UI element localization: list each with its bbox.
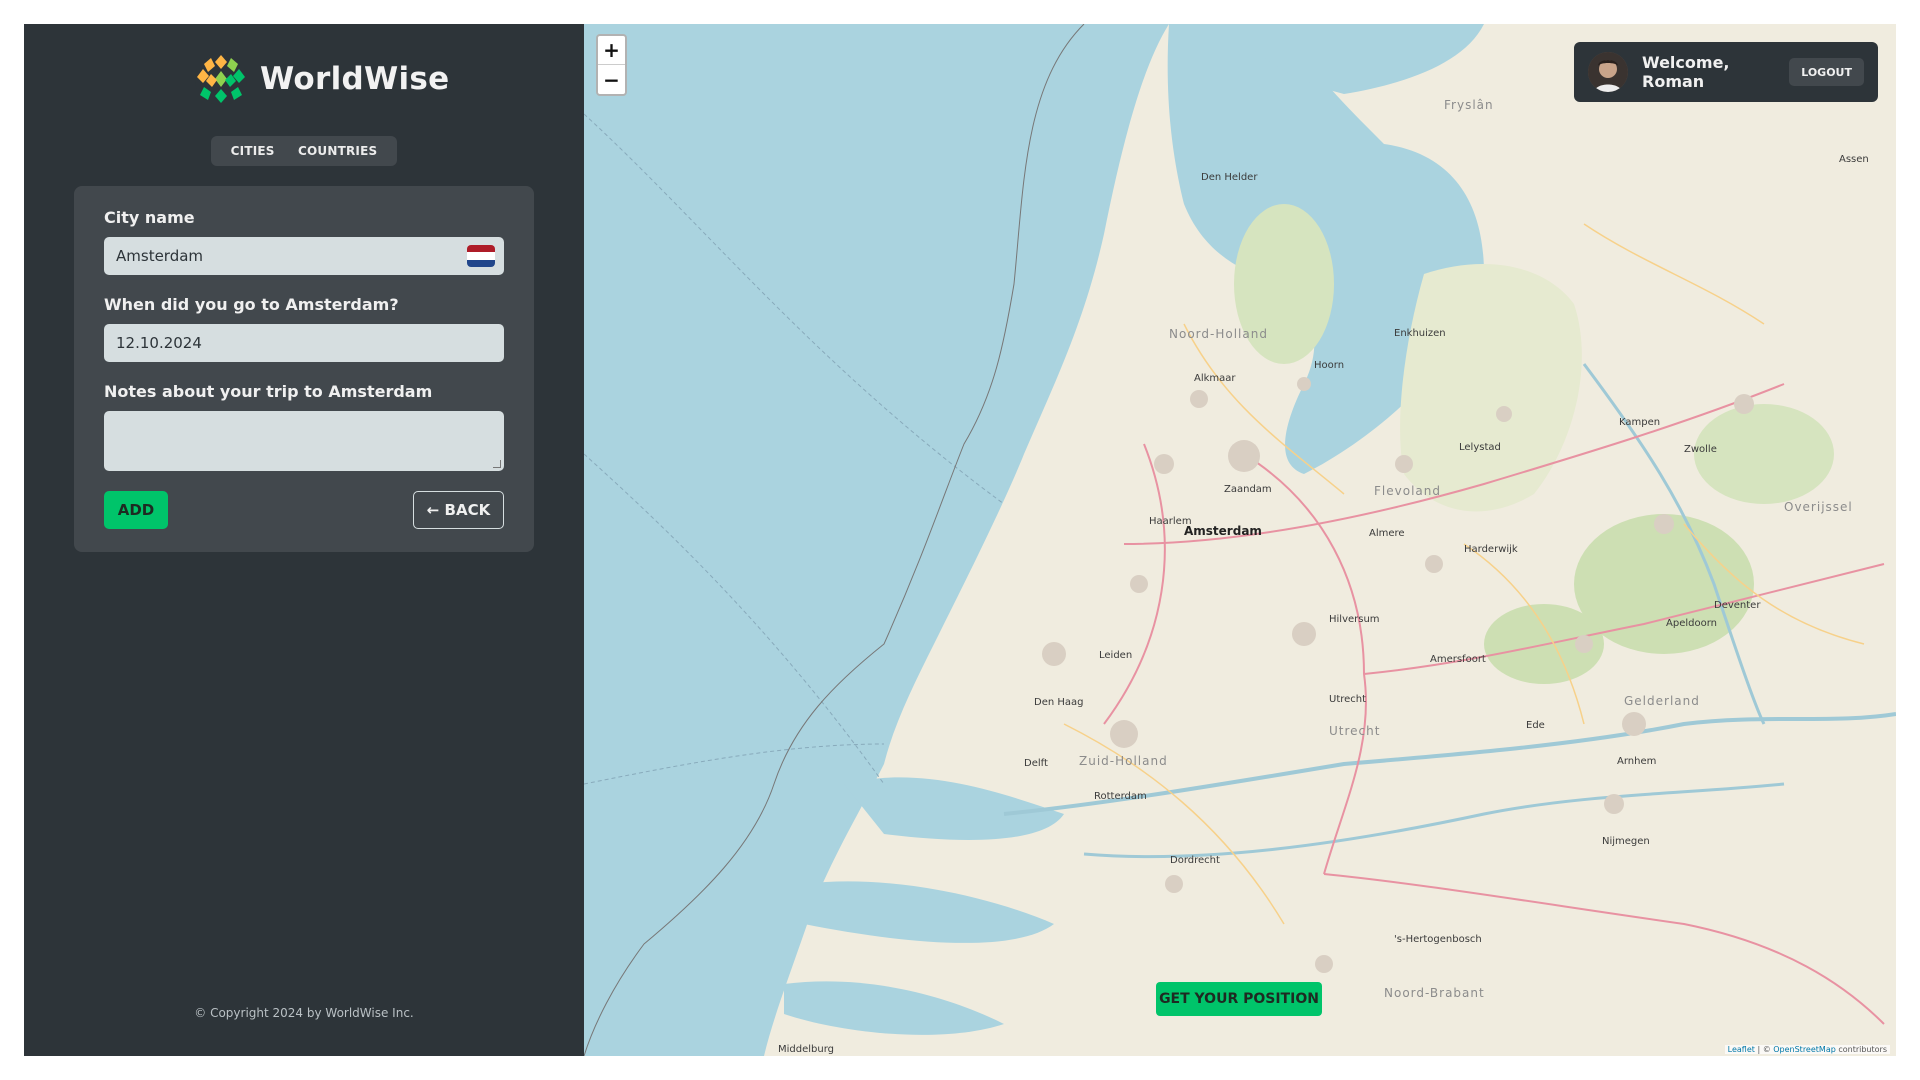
map-place-label: Hilversum [1329, 614, 1380, 625]
map-place-label: Lelystad [1459, 442, 1501, 453]
map-place-label: Zaandam [1224, 484, 1272, 495]
map-place-label: Den Haag [1034, 697, 1084, 708]
tab-countries[interactable]: COUNTRIES [298, 144, 377, 158]
map-place-label: Middelburg [778, 1044, 835, 1055]
app-name: WorldWise [260, 61, 450, 97]
zoom-in-button[interactable]: + [598, 36, 625, 65]
add-button[interactable]: ADD [104, 491, 168, 529]
trip-notes-label: Notes about your trip to Amsterdam [104, 382, 433, 401]
map-place-label: Deventer [1714, 600, 1761, 611]
app: WorldWise CITIES COUNTRIES City name Ams… [24, 24, 1896, 1056]
resize-handle-icon[interactable] [493, 460, 501, 468]
map-place-label: Ede [1526, 720, 1545, 731]
avatar [1588, 52, 1628, 92]
zoom-out-button[interactable]: − [598, 65, 625, 94]
map-place-label: Enkhuizen [1394, 328, 1446, 339]
map-place-label: Harderwijk [1464, 544, 1518, 555]
logout-button[interactable]: LOGOUT [1789, 58, 1864, 86]
nav-tabs: CITIES COUNTRIES [211, 136, 397, 166]
tab-cities[interactable]: CITIES [231, 144, 275, 158]
map-place-label: Kampen [1619, 417, 1661, 428]
map-place-label: Utrecht [1329, 694, 1367, 705]
map-place-label: Rotterdam [1094, 791, 1147, 802]
map-place-label: Assen [1839, 154, 1869, 165]
map-place-label: Zwolle [1684, 444, 1717, 455]
attribution-separator: | © [1754, 1045, 1774, 1054]
city-name-value: Amsterdam [116, 247, 204, 265]
map-province-label: Noord-Holland [1169, 327, 1268, 341]
map-place-label: Haarlem [1149, 516, 1192, 527]
welcome-text: Welcome, Roman [1642, 53, 1730, 91]
map-province-label: Gelderland [1624, 694, 1700, 708]
map-place-label: Arnhem [1617, 756, 1657, 767]
zoom-control: + − [596, 34, 627, 96]
map-place-label: Apeldoorn [1666, 618, 1717, 629]
map-place-label: Delft [1024, 758, 1048, 769]
trip-notes-textarea[interactable] [104, 411, 504, 471]
map-place-label: Dordrecht [1170, 855, 1220, 866]
map-place-label: Hoorn [1314, 360, 1345, 371]
map-province-label: Fryslân [1444, 98, 1494, 112]
user-panel: Welcome, Roman LOGOUT [1574, 42, 1878, 102]
map-place-label: Den Helder [1201, 172, 1258, 183]
add-city-form: City name Amsterdam When did you go to A… [74, 186, 534, 552]
worldwise-logo-icon [195, 53, 247, 105]
trip-date-input[interactable]: 12.10.2024 [104, 324, 504, 362]
map-province-label: Overijssel [1784, 500, 1853, 514]
leaflet-link[interactable]: Leaflet [1728, 1045, 1755, 1054]
city-name-label: City name [104, 208, 195, 227]
sidebar: WorldWise CITIES COUNTRIES City name Ams… [24, 24, 584, 1056]
get-position-button[interactable]: GET YOUR POSITION [1156, 982, 1322, 1016]
attribution-suffix: contributors [1835, 1045, 1887, 1054]
copyright: © Copyright 2024 by WorldWise Inc. [194, 1006, 414, 1020]
map-place-label: Leiden [1099, 650, 1133, 661]
user-avatar-icon [1588, 52, 1628, 92]
map-attribution: Leaflet | © OpenStreetMap contributors [1724, 1045, 1890, 1054]
city-name-input[interactable]: Amsterdam [104, 237, 504, 275]
form-actions: ADD ← BACK [104, 491, 504, 529]
map-province-label: Utrecht [1329, 724, 1381, 738]
osm-link[interactable]: OpenStreetMap [1773, 1045, 1836, 1054]
map-province-label: Zuid-Holland [1079, 754, 1168, 768]
map-province-label: Flevoland [1374, 484, 1441, 498]
map-place-label: Nijmegen [1602, 836, 1650, 847]
map-province-label: Noord-Brabant [1384, 986, 1485, 1000]
map-place-label: Amersfoort [1430, 654, 1486, 665]
trip-date-value: 12.10.2024 [116, 334, 202, 352]
map-place-label: Almere [1369, 528, 1405, 539]
map[interactable]: Amsterdam Haarlem Den Haag Rotterdam Utr… [584, 24, 1896, 1056]
trip-date-label: When did you go to Amsterdam? [104, 295, 399, 314]
map-place-label: Amsterdam [1184, 524, 1262, 538]
netherlands-flag-icon [467, 245, 495, 267]
back-button[interactable]: ← BACK [413, 491, 504, 529]
map-place-label: Alkmaar [1194, 373, 1236, 384]
logo[interactable]: WorldWise [194, 52, 450, 106]
map-place-label: 's-Hertogenbosch [1394, 934, 1482, 945]
